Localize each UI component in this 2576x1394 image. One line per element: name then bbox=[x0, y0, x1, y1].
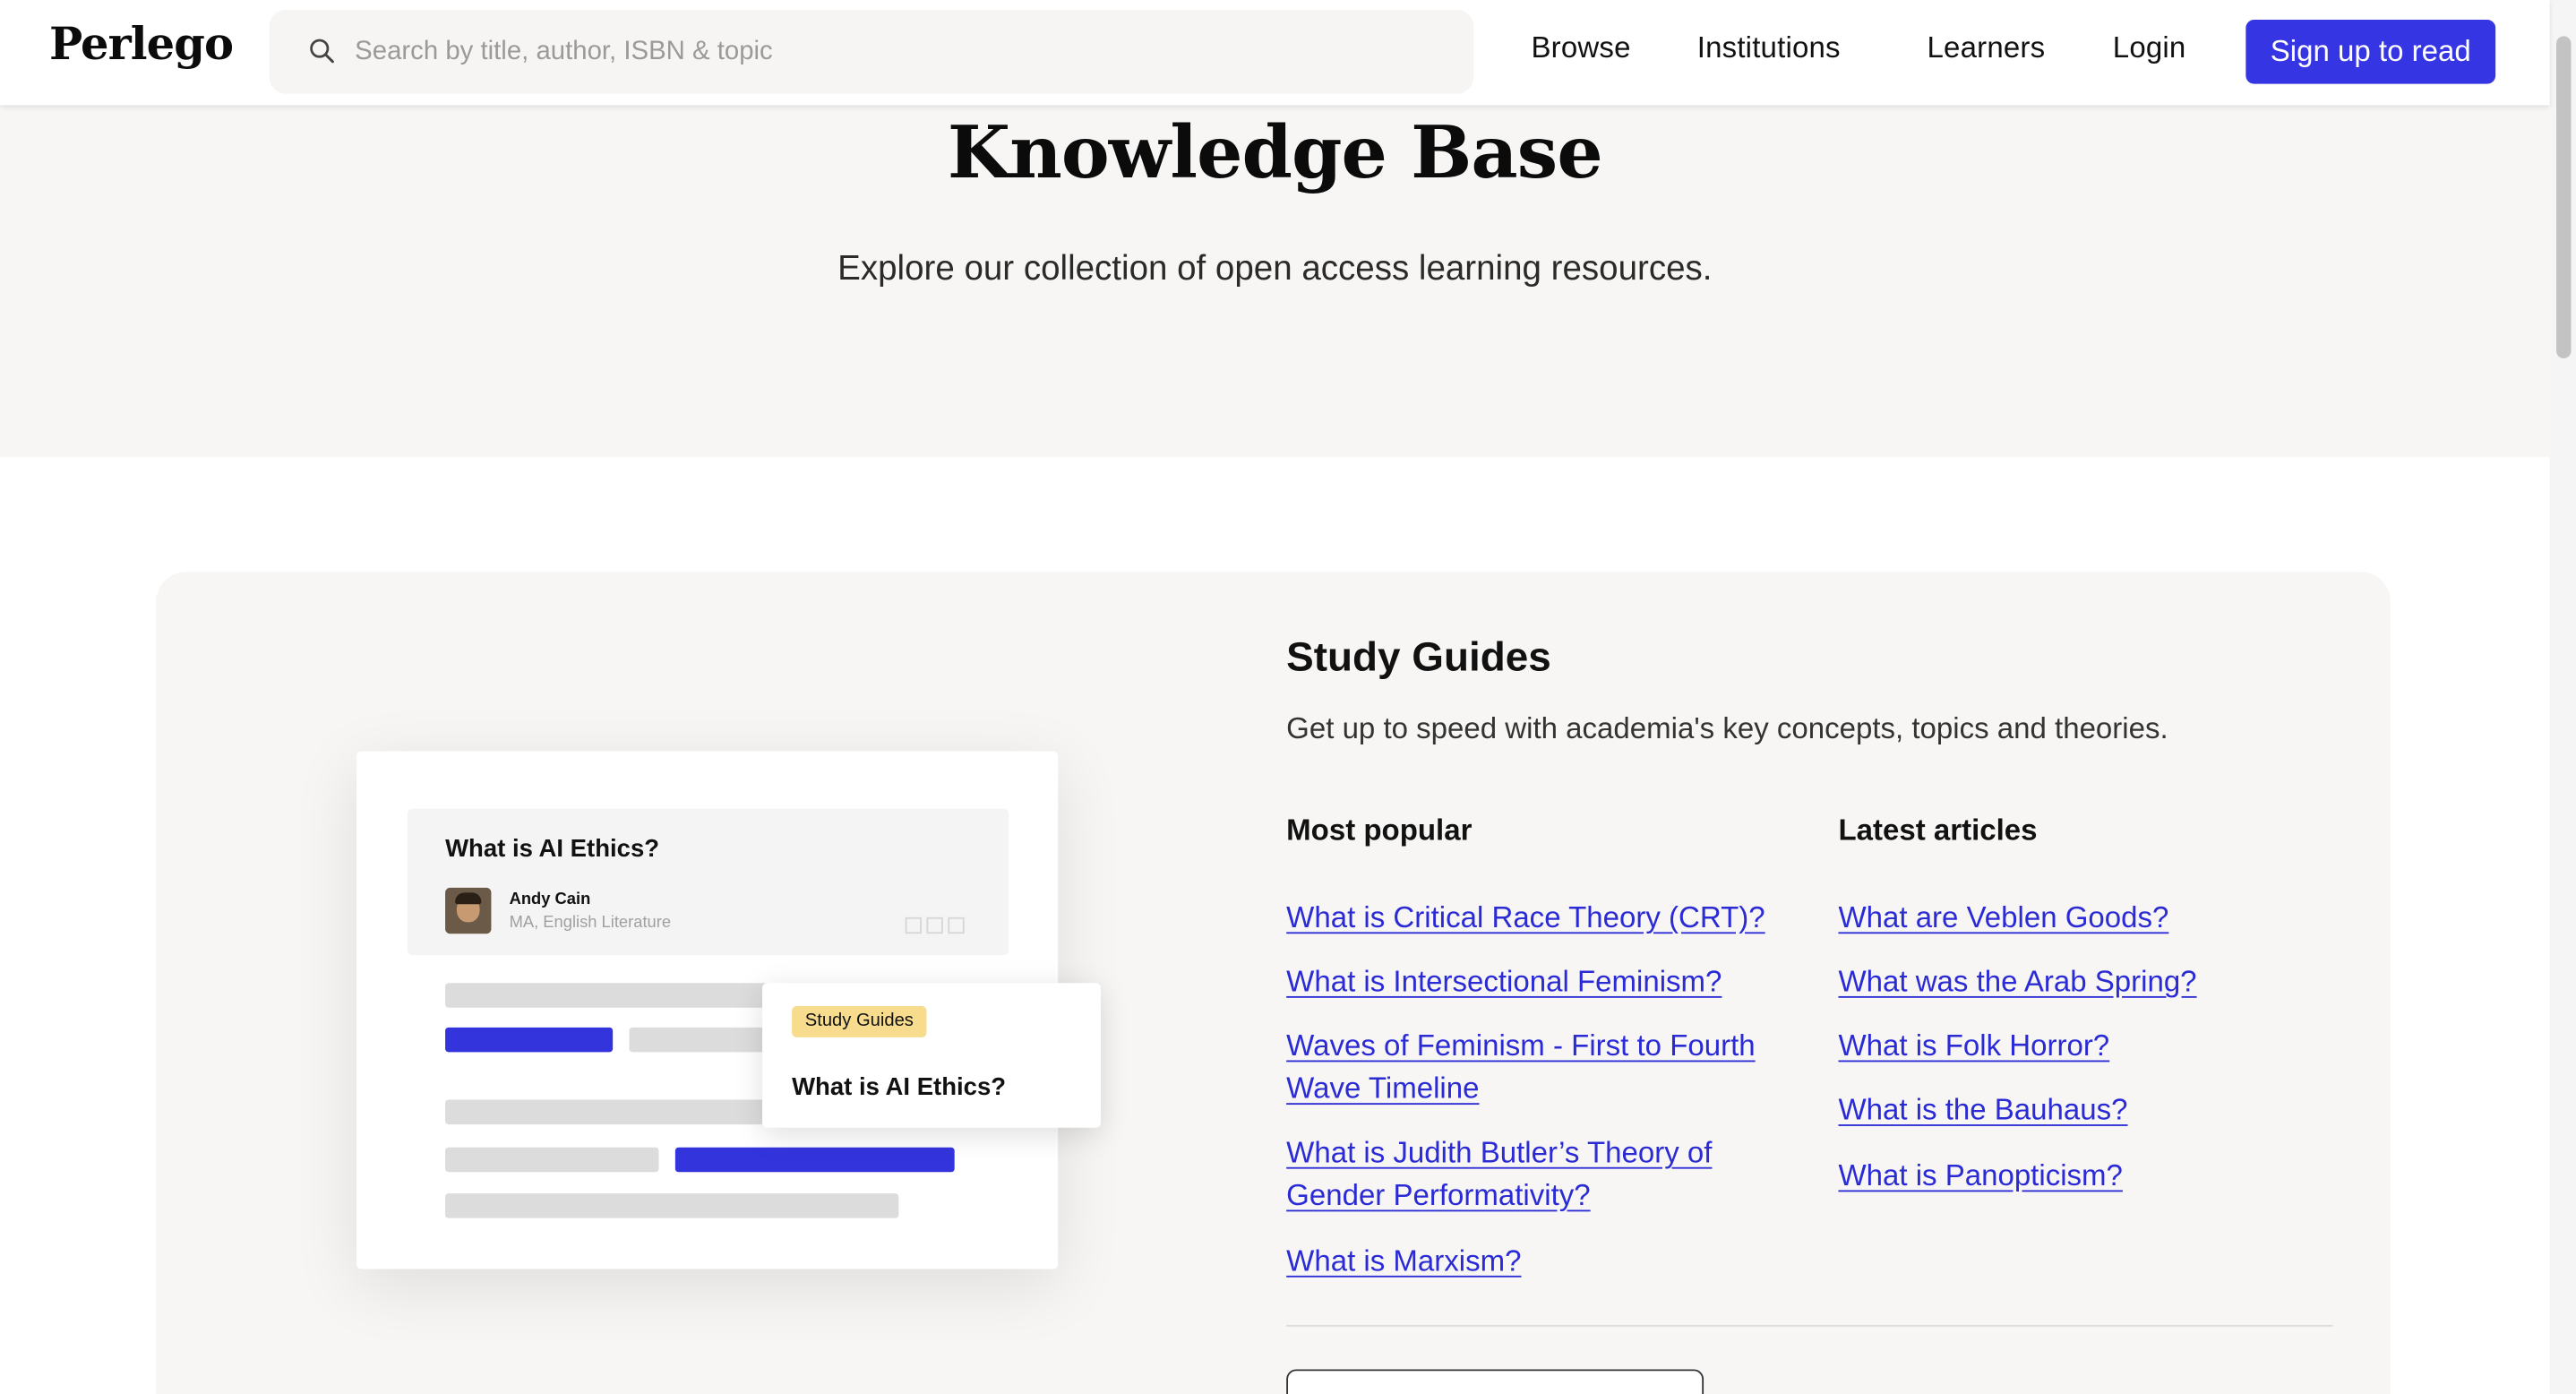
illustration-header: What is AI Ethics? Andy Cain MA, English… bbox=[407, 808, 1009, 956]
author-credentials: MA, English Literature bbox=[509, 914, 672, 933]
placeholder-highlight bbox=[674, 1147, 955, 1173]
illustration-title: What is AI Ethics? bbox=[445, 835, 660, 864]
popular-link-marxism[interactable]: What is Marxism? bbox=[1286, 1240, 1779, 1283]
section-divider bbox=[1286, 1324, 2333, 1327]
article-popup-card: Study Guides What is AI Ethics? bbox=[762, 983, 1101, 1128]
placeholder-line bbox=[445, 1147, 659, 1173]
section-title: Study Guides bbox=[1286, 634, 1551, 681]
search-input[interactable] bbox=[355, 10, 1439, 94]
category-tag: Study Guides bbox=[792, 1005, 927, 1037]
latest-link-panopticism[interactable]: What is Panopticism? bbox=[1838, 1154, 2331, 1197]
placeholder-highlight bbox=[445, 1027, 614, 1053]
login-link[interactable]: Login bbox=[2113, 31, 2186, 66]
latest-link-arab-spring[interactable]: What was the Arab Spring? bbox=[1838, 960, 2331, 1003]
nav-browse-link[interactable]: Browse bbox=[1531, 31, 1630, 66]
search-box[interactable] bbox=[269, 10, 1474, 94]
section-subtitle: Get up to speed with academia's key conc… bbox=[1286, 711, 2168, 745]
perlego-logo[interactable]: Perlego bbox=[49, 20, 234, 71]
latest-articles-heading: Latest articles bbox=[1838, 813, 2038, 847]
view-all-study-guides-button[interactable] bbox=[1286, 1369, 1704, 1394]
popup-title: What is AI Ethics? bbox=[792, 1073, 1007, 1102]
nav-institutions-link[interactable]: Institutions bbox=[1697, 31, 1841, 66]
top-navigation-bar: Perlego Browse Institutions Learners Log… bbox=[0, 0, 2550, 106]
avatar-hair bbox=[455, 892, 482, 905]
latest-link-bauhaus[interactable]: What is the Bauhaus? bbox=[1838, 1089, 2331, 1132]
popular-link-intersectional-feminism[interactable]: What is Intersectional Feminism? bbox=[1286, 960, 1779, 1003]
latest-link-folk-horror[interactable]: What is Folk Horror? bbox=[1838, 1024, 2331, 1067]
popular-link-crt[interactable]: What is Critical Race Theory (CRT)? bbox=[1286, 896, 1779, 939]
popular-link-waves-of-feminism[interactable]: Waves of Feminism - First to Fourth Wave… bbox=[1286, 1024, 1779, 1109]
author-name: Andy Cain bbox=[509, 891, 591, 909]
page-subtitle: Explore our collection of open access le… bbox=[837, 249, 1713, 288]
sign-up-button[interactable]: Sign up to read bbox=[2245, 20, 2496, 84]
page-title: Knowledge Base bbox=[947, 111, 1603, 196]
most-popular-heading: Most popular bbox=[1286, 813, 1473, 847]
latest-link-veblen-goods[interactable]: What are Veblen Goods? bbox=[1838, 896, 2331, 939]
search-icon bbox=[310, 39, 334, 64]
hero-section: Knowledge Base Explore our collection of… bbox=[0, 105, 2550, 458]
placeholder-line bbox=[629, 1027, 777, 1053]
scrollbar-thumb[interactable] bbox=[2556, 36, 2572, 359]
placeholder-line bbox=[445, 983, 774, 1008]
placeholder-line bbox=[445, 1193, 899, 1218]
popular-link-judith-butler[interactable]: What is Judith Butler’s Theory of Gender… bbox=[1286, 1131, 1755, 1216]
mini-icon bbox=[948, 916, 965, 934]
nav-learners-link[interactable]: Learners bbox=[1928, 31, 2046, 66]
mini-icon bbox=[926, 916, 943, 934]
placeholder-line bbox=[445, 1099, 774, 1125]
page: Perlego Browse Institutions Learners Log… bbox=[0, 0, 2576, 1394]
author-avatar bbox=[445, 887, 492, 934]
mini-icon bbox=[905, 916, 922, 934]
share-icons bbox=[905, 916, 965, 934]
